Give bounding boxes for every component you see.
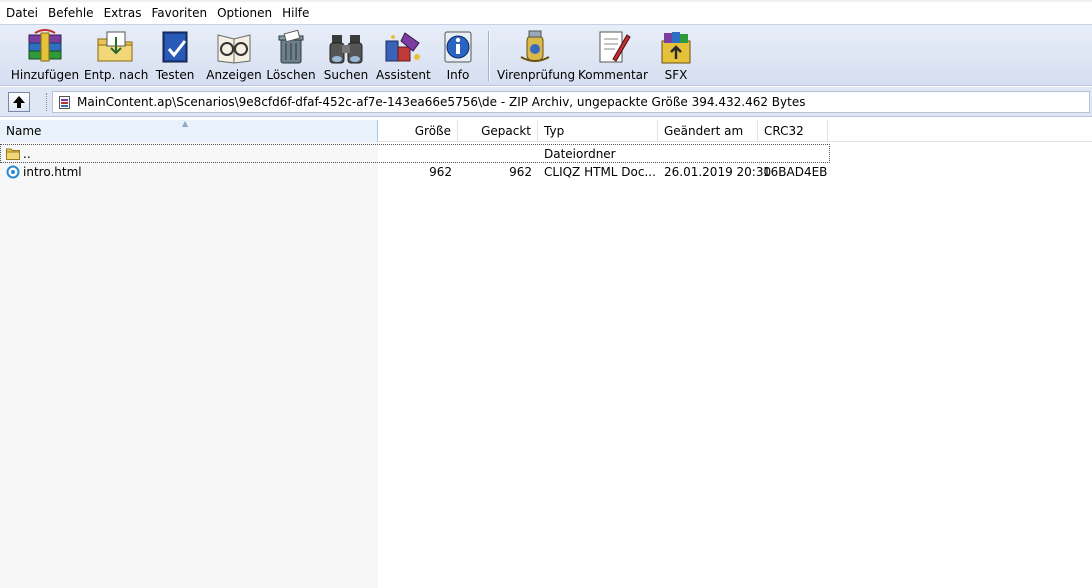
column-header-crc-label: CRC32 — [764, 124, 804, 138]
up-folder-button[interactable] — [8, 92, 30, 112]
address-bar: MainContent.ap\Scenarios\9e8cfd6f-dfaf-4… — [0, 87, 1092, 117]
menu-bar: Datei Befehle Extras Favoriten Optionen … — [0, 0, 1092, 24]
view-button-label: Anzeigen — [206, 68, 262, 82]
add-archive-icon — [28, 29, 62, 62]
column-header-name[interactable]: ▲ Name — [0, 119, 378, 142]
add-button-label: Hinzufügen — [10, 68, 80, 82]
toolbar: Hinzufügen Entp. nach Testen Anzeigen Lö… — [0, 24, 1092, 86]
add-button[interactable]: Hinzufügen — [10, 27, 80, 85]
find-binoculars-icon — [329, 35, 363, 64]
info-button[interactable]: Info — [438, 27, 478, 85]
column-header-packed-label: Gepackt — [481, 124, 531, 138]
row-type: CLIQZ HTML Doc... — [544, 165, 656, 179]
column-header-type[interactable]: Typ — [538, 120, 658, 142]
row-name: intro.html — [23, 165, 82, 179]
wizard-button-label: Assistent — [376, 68, 431, 82]
row-size: 962 — [429, 165, 452, 179]
extract-to-button[interactable]: Entp. nach — [84, 27, 149, 85]
wizard-button[interactable]: Assistent — [376, 27, 431, 85]
toolbar-separator — [488, 31, 489, 81]
delete-button-label: Löschen — [266, 68, 316, 82]
column-header-size-label: Größe — [414, 124, 451, 138]
row-crc: 16BAD4EB — [763, 165, 828, 179]
sfx-button[interactable]: SFX — [654, 27, 698, 85]
test-button[interactable]: Testen — [152, 27, 198, 85]
column-header-modified[interactable]: Geändert am — [658, 120, 758, 142]
column-header-size[interactable]: Größe — [378, 120, 458, 142]
virus-scan-button-label: Virenprüfung — [497, 68, 576, 82]
menu-befehle[interactable]: Befehle — [43, 3, 99, 23]
column-header-packed[interactable]: Gepackt — [458, 120, 538, 142]
folder-icon — [6, 148, 20, 160]
delete-button[interactable]: Löschen — [266, 27, 316, 85]
info-icon — [444, 31, 472, 63]
menu-datei[interactable]: Datei — [1, 3, 43, 23]
wizard-icon — [385, 32, 420, 62]
column-header-crc[interactable]: CRC32 — [758, 120, 828, 142]
up-arrow-icon — [13, 96, 25, 108]
comment-button-label: Kommentar — [578, 68, 648, 82]
address-path-text: MainContent.ap\Scenarios\9e8cfd6f-dfaf-4… — [77, 95, 806, 109]
extract-to-button-label: Entp. nach — [84, 68, 149, 82]
sfx-button-label: SFX — [664, 68, 688, 82]
row-type: Dateiordner — [544, 147, 616, 161]
sfx-archive-icon — [661, 32, 691, 64]
table-row[interactable]: intro.html 962 962 CLIQZ HTML Doc... 26.… — [0, 163, 830, 182]
column-header-name-label: Name — [6, 124, 42, 138]
name-column-background — [0, 142, 378, 588]
test-button-label: Testen — [155, 68, 195, 82]
column-header-modified-label: Geändert am — [664, 124, 744, 138]
table-row-parent-folder[interactable]: .. Dateiordner — [0, 144, 830, 163]
html-file-icon — [6, 165, 20, 179]
row-packed: 962 — [509, 165, 532, 179]
delete-trash-icon — [278, 29, 304, 64]
menu-extras[interactable]: Extras — [99, 3, 147, 23]
comment-pen-icon — [599, 31, 631, 63]
winrar-window: Datei Befehle Extras Favoriten Optionen … — [0, 0, 1092, 588]
virus-scan-button[interactable]: Virenprüfung — [497, 27, 576, 85]
view-button[interactable]: Anzeigen — [206, 27, 262, 85]
row-modified: 26.01.2019 20:30 — [664, 165, 772, 179]
address-bar-grip[interactable] — [46, 93, 49, 111]
file-list: .. Dateiordner intro.html 962 962 CLIQZ … — [0, 142, 1092, 588]
comment-button[interactable]: Kommentar — [578, 27, 648, 85]
menu-favoriten[interactable]: Favoriten — [147, 3, 213, 23]
menu-optionen[interactable]: Optionen — [212, 3, 277, 23]
find-button-label: Suchen — [323, 68, 369, 82]
virus-scan-icon — [520, 30, 550, 62]
file-list-header: ▲ Name Größe Gepackt Typ Geändert am CRC… — [0, 119, 1092, 142]
sort-ascending-icon: ▲ — [182, 119, 189, 128]
test-book-icon — [162, 31, 188, 63]
info-button-label: Info — [446, 68, 470, 82]
address-path-field[interactable]: MainContent.ap\Scenarios\9e8cfd6f-dfaf-4… — [52, 91, 1090, 113]
extract-folder-icon — [97, 31, 133, 62]
row-name: .. — [23, 147, 31, 161]
find-button[interactable]: Suchen — [322, 27, 370, 85]
column-header-type-label: Typ — [544, 124, 565, 138]
zip-archive-icon — [59, 96, 70, 109]
menu-hilfe[interactable]: Hilfe — [277, 3, 314, 23]
view-glasses-icon — [217, 34, 251, 64]
